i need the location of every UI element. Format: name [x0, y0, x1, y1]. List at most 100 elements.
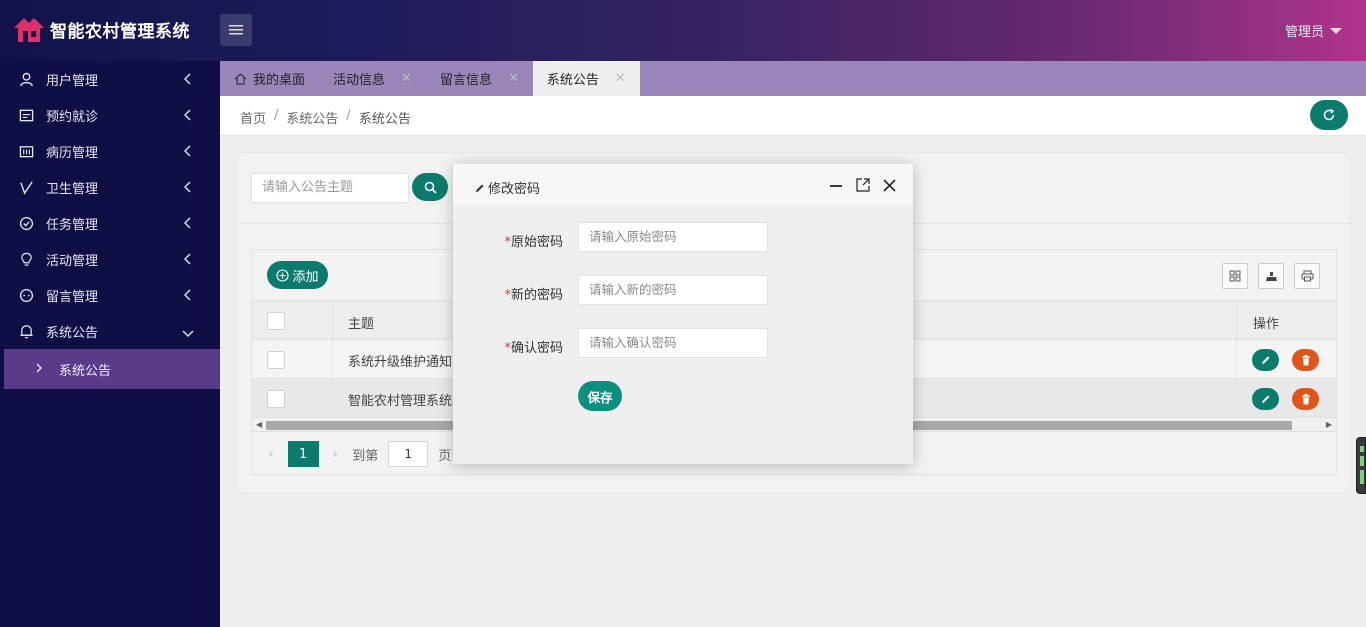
sidebar-item-users[interactable]: 用户管理	[0, 61, 220, 97]
prev-page-icon[interactable]: ‹	[268, 446, 274, 462]
minimize-button[interactable]	[829, 178, 843, 192]
export-icon	[1265, 272, 1277, 281]
chevron-left-icon	[183, 217, 192, 233]
chevron-left-icon	[183, 73, 192, 89]
select-all-checkbox[interactable]	[267, 312, 285, 330]
form-row-confirm-password: *确认密码 请输入确认密码	[453, 328, 913, 358]
sidebar-subitem-announcements[interactable]: 系统公告	[4, 349, 220, 389]
column-divider	[332, 301, 333, 339]
sidebar-item-label: 系统公告	[46, 325, 99, 341]
home-icon	[234, 72, 247, 85]
pencil-icon	[1261, 395, 1269, 403]
page-number-current[interactable]: 1	[287, 441, 319, 467]
sidebar-item-label: 用户管理	[46, 73, 99, 89]
sidebar-item-hygiene[interactable]: 卫生管理	[0, 169, 220, 205]
tab-messages[interactable]: 留言信息 ✕	[426, 61, 533, 96]
next-page-icon[interactable]: ›	[333, 446, 339, 462]
breadcrumb-parent[interactable]: 系统公告	[286, 108, 338, 127]
chevron-left-icon	[183, 181, 192, 197]
search-icon	[424, 181, 437, 194]
sidebar-item-records[interactable]: 病历管理	[0, 133, 220, 169]
form-row-new-password: *新的密码 请输入新的密码	[453, 275, 913, 305]
top-header: 智能农村管理系统 管理员	[0, 0, 1366, 61]
breadcrumb-home[interactable]: 首页	[240, 108, 266, 127]
page-unit-label: 页	[438, 448, 452, 464]
old-password-label: *原始密码	[504, 231, 563, 250]
refresh-icon	[1323, 108, 1335, 121]
edit-button[interactable]	[1252, 388, 1279, 410]
field-label-text: 新的密码	[510, 288, 563, 303]
tab-desktop[interactable]: 我的桌面	[220, 61, 319, 96]
add-button[interactable]: 添加	[267, 261, 328, 289]
user-icon	[18, 71, 34, 87]
user-menu[interactable]: 管理员	[1285, 21, 1342, 40]
chevron-left-icon	[183, 145, 192, 161]
print-button[interactable]	[1294, 263, 1320, 289]
check-icon	[18, 179, 34, 195]
sidebar-item-announcements[interactable]: 系统公告	[0, 313, 220, 349]
row-subject: 系统升级维护通知	[348, 355, 453, 370]
sidebar-item-activities[interactable]: 活动管理	[0, 241, 220, 277]
menu-toggle-button[interactable]	[220, 14, 252, 46]
side-widget-handle[interactable]	[1356, 437, 1366, 494]
maximize-button[interactable]	[856, 178, 870, 192]
task-icon	[18, 215, 34, 231]
chevron-left-icon	[183, 289, 192, 305]
chevron-left-icon	[183, 253, 192, 269]
bell-icon	[18, 323, 34, 339]
refresh-button[interactable]	[1310, 100, 1348, 130]
sidebar-item-label: 卫生管理	[46, 181, 99, 197]
hamburger-icon	[229, 25, 243, 35]
sidebar-item-messages[interactable]: 留言管理	[0, 277, 220, 313]
sidebar-item-label: 病历管理	[46, 145, 99, 161]
row-checkbox[interactable]	[267, 351, 285, 369]
sidebar-subitem-label: 系统公告	[59, 363, 112, 379]
save-button[interactable]: 保存	[578, 381, 622, 411]
tab-announcements[interactable]: 系统公告 ✕	[532, 61, 640, 96]
export-button[interactable]	[1258, 263, 1284, 289]
delete-button[interactable]	[1292, 349, 1319, 371]
add-button-label: 添加	[292, 269, 319, 285]
caret-down-icon	[1330, 27, 1342, 34]
close-icon[interactable]: ✕	[615, 71, 626, 86]
chevron-left-icon	[183, 109, 192, 125]
edit-button[interactable]	[1252, 349, 1279, 371]
tab-activities[interactable]: 活动信息 ✕	[319, 61, 426, 96]
confirm-password-input[interactable]: 请输入确认密码	[578, 328, 768, 358]
search-button[interactable]	[412, 173, 448, 201]
user-name: 管理员	[1284, 25, 1324, 40]
field-label-text: 原始密码	[510, 235, 563, 250]
old-password-input[interactable]: 请输入原始密码	[578, 222, 768, 252]
sidebar: 用户管理 预约就诊 病历管理 卫生管理 任务管理 活动管理 留言管理 系统公告	[0, 61, 220, 627]
tab-label: 我的桌面	[253, 73, 306, 88]
sidebar-item-label: 任务管理	[46, 217, 99, 233]
search-input[interactable]: 请输入公告主题	[251, 173, 409, 203]
tab-label: 活动信息	[333, 73, 386, 88]
close-icon[interactable]: ✕	[508, 71, 519, 86]
tab-label: 系统公告	[546, 73, 599, 88]
row-checkbox[interactable]	[267, 390, 285, 408]
columns-filter-button[interactable]	[1222, 263, 1248, 289]
close-icon[interactable]: ✕	[401, 71, 412, 86]
scroll-right-icon[interactable]: ▶	[1326, 420, 1332, 429]
app-title: 智能农村管理系统	[50, 21, 190, 42]
tab-label: 留言信息	[439, 73, 492, 88]
delete-button[interactable]	[1292, 388, 1319, 410]
plus-circle-icon	[276, 268, 290, 282]
scroll-left-icon[interactable]: ◀	[256, 420, 262, 429]
sidebar-item-tasks[interactable]: 任务管理	[0, 205, 220, 241]
house-logo-icon	[12, 14, 46, 44]
app-logo: 智能农村管理系统	[12, 14, 190, 44]
trash-icon	[1301, 393, 1310, 404]
record-icon	[18, 143, 34, 159]
goto-label: 到第	[352, 448, 379, 464]
new-password-input[interactable]: 请输入新的密码	[578, 275, 768, 305]
dialog-header: 修改密码	[453, 164, 913, 206]
sidebar-item-appointment[interactable]: 预约就诊	[0, 97, 220, 133]
close-icon	[882, 178, 896, 192]
ops-column: 操作	[1236, 301, 1336, 339]
chat-icon	[18, 287, 34, 303]
goto-page-input[interactable]: 1	[388, 441, 429, 467]
close-button[interactable]	[882, 178, 896, 192]
widget-bar	[1360, 446, 1364, 452]
